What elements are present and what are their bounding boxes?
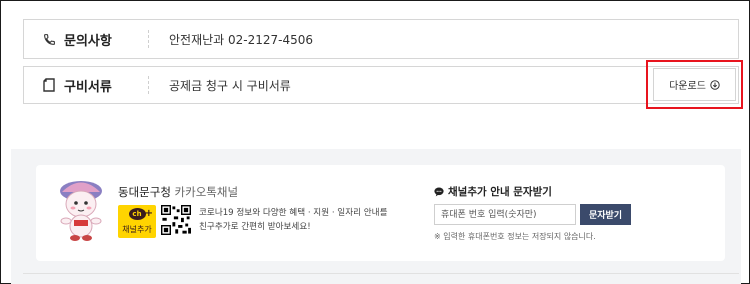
channel-owner: 동대문구청	[118, 185, 171, 199]
document-icon	[42, 78, 56, 92]
kakao-description: 코로나19 정보와 다양한 혜택 · 지원 · 일자리 안내를 친구추가로 간편…	[199, 206, 387, 234]
phone-number-input[interactable]	[434, 204, 576, 225]
download-button[interactable]: 다운로드	[653, 68, 736, 101]
sms-signup-title: 채널추가 안내 문자받기	[434, 184, 552, 199]
mascot-illustration	[60, 181, 102, 241]
chat-bubble-icon	[434, 187, 444, 197]
description-line: 친구추가로 간편히 받아보세요!	[199, 222, 311, 232]
info-row-contact: 문의사항 안전재난과 02-2127-4506	[23, 19, 739, 59]
kakao-channel-title: 동대문구청 카카오톡채널	[118, 184, 238, 200]
description-line: 코로나19 정보와 다양한 혜택 · 지원 · 일자리 안내를	[199, 208, 388, 218]
divider	[23, 273, 739, 274]
download-label: 다운로드	[669, 81, 706, 92]
row-value: 안전재난과 02-2127-4506	[169, 32, 314, 47]
phone-icon	[42, 32, 56, 46]
kakao-channel-icon: ch	[128, 208, 146, 220]
info-row-documents: 구비서류 공제금 청구 시 구비서류	[23, 66, 739, 104]
add-channel-badge[interactable]: ch + 채널추가	[118, 205, 156, 238]
receive-sms-button[interactable]: 문자받기	[580, 204, 631, 225]
channel-name: 카카오톡채널	[170, 185, 239, 199]
sms-title-label: 채널추가 안내 문자받기	[448, 186, 552, 198]
badge-label: 채널추가	[122, 225, 152, 234]
divider	[148, 30, 149, 48]
row-label: 문의사항	[64, 33, 112, 49]
cloud-download-icon	[710, 79, 720, 90]
divider	[148, 76, 149, 94]
qr-code-icon	[161, 205, 191, 235]
row-value: 공제금 청구 시 구비서류	[169, 78, 291, 93]
privacy-note: ※ 입력한 휴대폰번호 정보는 저장되지 않습니다.	[434, 232, 596, 241]
plus-icon: +	[144, 208, 153, 219]
row-label: 구비서류	[64, 79, 112, 95]
